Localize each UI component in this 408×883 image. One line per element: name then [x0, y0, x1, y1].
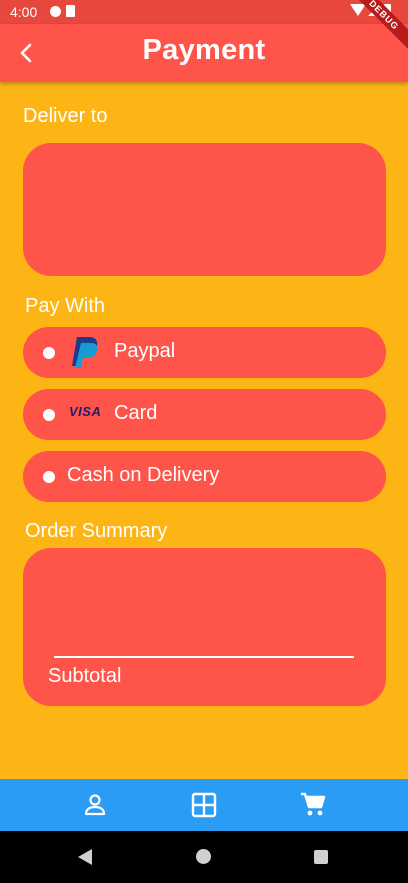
- system-home-icon[interactable]: [196, 849, 211, 864]
- status-time: 4:00: [10, 4, 38, 20]
- debug-banner-label: DEBUG: [348, 0, 408, 56]
- delivery-address-box[interactable]: [23, 143, 386, 276]
- system-back-icon[interactable]: [78, 849, 92, 865]
- paypal-option-label: Paypal: [114, 340, 176, 362]
- order-summary-label: Order Summary: [25, 520, 168, 542]
- status-bar: 4:00: [0, 0, 408, 24]
- page-title: Payment: [142, 34, 266, 66]
- payment-option-card[interactable]: VISA Card: [23, 389, 386, 440]
- visa-logo-icon: VISA: [69, 404, 102, 419]
- grid-icon: [191, 792, 217, 818]
- radio-button[interactable]: [43, 409, 55, 421]
- nav-grid-button[interactable]: [190, 791, 218, 819]
- pay-with-label: Pay With: [25, 295, 106, 317]
- app-bar: Payment: [0, 24, 408, 82]
- cash-option-label: Cash on Delivery: [67, 464, 220, 486]
- nav-profile-button[interactable]: [81, 791, 109, 819]
- card-option-label: Card: [114, 402, 158, 424]
- deliver-to-label: Deliver to: [23, 105, 108, 127]
- system-recents-icon[interactable]: [314, 850, 328, 864]
- cart-icon: [301, 792, 326, 816]
- radio-button[interactable]: [43, 347, 55, 359]
- subtotal-label: Subtotal: [48, 665, 122, 687]
- radio-button[interactable]: [43, 471, 55, 483]
- bottom-navigation: [0, 779, 408, 831]
- paypal-logo-icon: [72, 337, 98, 368]
- sim-card-icon: [66, 5, 75, 17]
- system-navigation-bar: [0, 831, 408, 883]
- summary-divider: [54, 656, 354, 658]
- nav-cart-button[interactable]: [299, 791, 327, 819]
- debug-banner: DEBUG: [348, 0, 408, 60]
- person-icon: [84, 794, 106, 816]
- payment-option-cash[interactable]: Cash on Delivery: [23, 451, 386, 502]
- notification-icon: [50, 6, 61, 17]
- payment-option-paypal[interactable]: Paypal: [23, 327, 386, 378]
